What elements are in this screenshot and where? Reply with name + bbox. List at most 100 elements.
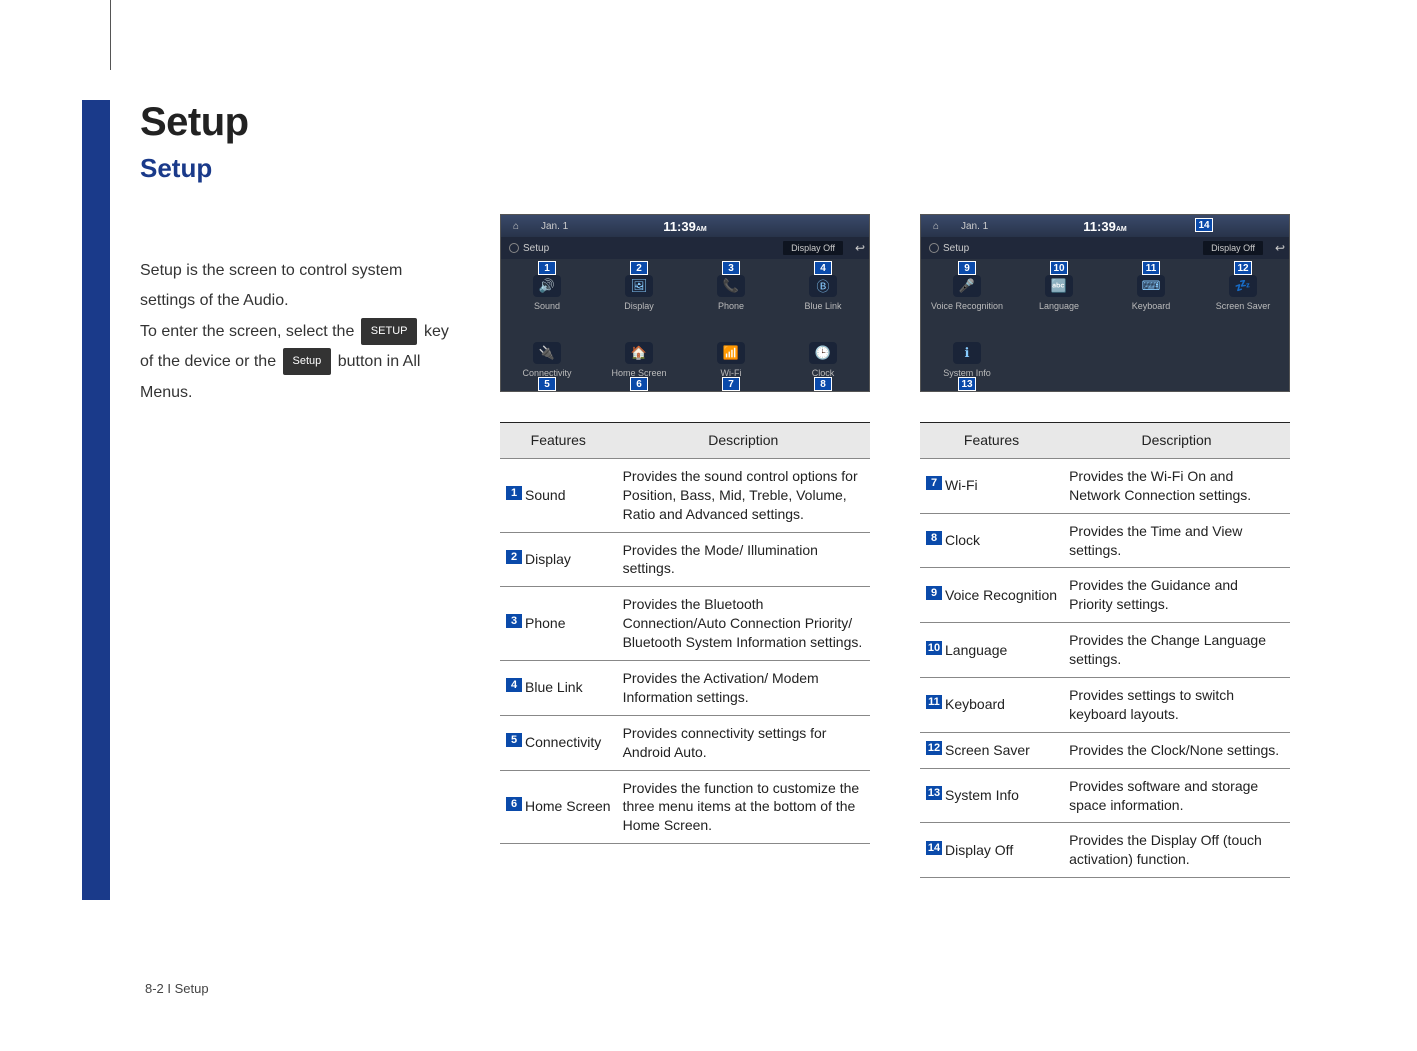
home-icon[interactable]: ⌂ bbox=[509, 219, 523, 233]
callout-num: 8 bbox=[814, 377, 832, 391]
feature-name: Screen Saver bbox=[945, 742, 1030, 758]
callout-num: 11 bbox=[1142, 261, 1160, 275]
setup-item-screen-saver[interactable]: 12💤Screen Saver bbox=[1197, 259, 1289, 326]
clock-icon: 🕒 bbox=[809, 342, 837, 364]
table-row: 4Blue LinkProvides the Activation/ Modem… bbox=[500, 661, 870, 716]
setup-item-sound[interactable]: 1🔊Sound bbox=[501, 259, 593, 326]
feature-cell: 9Voice Recognition bbox=[920, 568, 1063, 623]
setup-item-connectivity[interactable]: 5🔌Connectivity bbox=[501, 326, 593, 393]
setup-item-blue-link[interactable]: 4ⒷBlue Link bbox=[777, 259, 869, 326]
table-row: 12Screen SaverProvides the Clock/None se… bbox=[920, 732, 1290, 768]
callout-badge: 4 bbox=[506, 678, 522, 692]
setup-item-clock[interactable]: 8 🕒 Clock bbox=[777, 326, 869, 393]
phone-icon: 📞 bbox=[717, 275, 745, 297]
callout-num: 3 bbox=[722, 261, 740, 275]
setup-item-wi-fi[interactable]: 7📶Wi-Fi bbox=[685, 326, 777, 393]
feature-table-2: Features Description 7Wi-FiProvides the … bbox=[920, 422, 1290, 878]
setup-item-home-screen[interactable]: 6🏠Home Screen bbox=[593, 326, 685, 393]
feature-description: Provides the Mode/ Illumination settings… bbox=[617, 532, 870, 587]
feature-name: Voice Recognition bbox=[945, 587, 1057, 603]
table-row: 9Voice RecognitionProvides the Guidance … bbox=[920, 568, 1290, 623]
table-row: 2DisplayProvides the Mode/ Illumination … bbox=[500, 532, 870, 587]
screen-title-text: Setup bbox=[523, 243, 549, 254]
callout-badge: 12 bbox=[926, 741, 942, 755]
gear-icon bbox=[929, 243, 939, 253]
display-off-button[interactable]: Display Off bbox=[1203, 241, 1263, 255]
screen-title: Setup bbox=[509, 243, 549, 254]
empty-cell bbox=[1197, 326, 1289, 393]
gear-icon bbox=[509, 243, 519, 253]
language-icon: 🔤 bbox=[1045, 275, 1073, 297]
setup-hardkey-label: SETUP bbox=[361, 318, 418, 345]
intro-paragraph-2: To enter the screen, select the SETUP ke… bbox=[140, 317, 460, 408]
setup-item-label: Home Screen bbox=[611, 368, 666, 378]
intro-text: To enter the screen, select the bbox=[140, 323, 359, 340]
section-title: Setup bbox=[140, 153, 1340, 184]
feature-name: Keyboard bbox=[945, 696, 1005, 712]
chapter-title: Setup bbox=[140, 100, 1340, 145]
setup-item-language[interactable]: 10🔤 Language bbox=[1013, 259, 1105, 326]
setup-item-system-info[interactable]: 13ℹSystem Info bbox=[921, 326, 1013, 393]
back-button[interactable]: ↩ bbox=[855, 241, 865, 255]
feature-name: Connectivity bbox=[525, 734, 601, 750]
callout-num: 12 bbox=[1234, 261, 1252, 275]
feature-cell: 3Phone bbox=[500, 587, 617, 661]
connectivity-icon: 🔌 bbox=[533, 342, 561, 364]
callout-badge: 6 bbox=[506, 797, 522, 811]
callout-badge: 5 bbox=[506, 733, 522, 747]
empty-cell bbox=[1013, 326, 1105, 393]
feature-name: Display bbox=[525, 551, 571, 567]
callout-num: 10 bbox=[1050, 261, 1068, 275]
setup-item-label: System Info bbox=[943, 368, 991, 378]
page-footer: 8-2 I Setup bbox=[145, 981, 209, 996]
callout-badge: 9 bbox=[926, 586, 942, 600]
feature-cell: 10Language bbox=[920, 623, 1063, 678]
feature-name: Sound bbox=[525, 487, 565, 503]
table-row: 5ConnectivityProvides connectivity setti… bbox=[500, 715, 870, 770]
setup-item-label: Clock bbox=[812, 368, 835, 378]
feature-description: Provides the Display Off (touch activati… bbox=[1063, 823, 1290, 878]
callout-badge: 3 bbox=[506, 614, 522, 628]
setup-softkey-label: Setup bbox=[283, 348, 332, 375]
time-ampm: AM bbox=[1116, 226, 1127, 233]
callout-num: 13 bbox=[958, 377, 976, 391]
callout-num: 7 bbox=[722, 377, 740, 391]
table-row: 1SoundProvides the sound control options… bbox=[500, 458, 870, 532]
chapter-tab bbox=[82, 100, 110, 900]
feature-description: Provides the Time and View settings. bbox=[1063, 513, 1290, 568]
display-icon: 🖼 bbox=[625, 275, 653, 297]
setup-item-phone[interactable]: 3📞Phone bbox=[685, 259, 777, 326]
feature-name: System Info bbox=[945, 787, 1019, 803]
col-description: Description bbox=[1063, 423, 1290, 459]
callout-num: 5 bbox=[538, 377, 556, 391]
setup-item-label: Language bbox=[1039, 301, 1079, 311]
status-time: 11:39AM bbox=[663, 219, 706, 234]
table-row: 8ClockProvides the Time and View setting… bbox=[920, 513, 1290, 568]
setup-item-keyboard[interactable]: 11⌨Keyboard bbox=[1105, 259, 1197, 326]
setup-screenshot-2: ⌂ Jan. 1 11:39AM 14 Setup Display Off bbox=[920, 214, 1290, 392]
setup-item-voice-recognition[interactable]: 9🎤Voice Recognition bbox=[921, 259, 1013, 326]
intro-paragraph-1: Setup is the screen to control system se… bbox=[140, 256, 460, 317]
setup-item-display[interactable]: 2🖼Display bbox=[593, 259, 685, 326]
feature-cell: 7Wi-Fi bbox=[920, 458, 1063, 513]
time-value: 11:39 bbox=[1083, 219, 1116, 234]
home-icon[interactable]: ⌂ bbox=[929, 219, 943, 233]
back-button[interactable]: ↩ bbox=[1275, 241, 1285, 255]
top-rule bbox=[110, 0, 111, 70]
table-row: 3PhoneProvides the Bluetooth Connection/… bbox=[500, 587, 870, 661]
feature-cell: 8Clock bbox=[920, 513, 1063, 568]
feature-description: Provides the Wi-Fi On and Network Connec… bbox=[1063, 458, 1290, 513]
feature-name: Wi-Fi bbox=[945, 477, 978, 493]
feature-description: Provides the Bluetooth Connection/Auto C… bbox=[617, 587, 870, 661]
callout-badge: 2 bbox=[506, 550, 522, 564]
setup-item-label: Blue Link bbox=[804, 301, 841, 311]
feature-cell: 2Display bbox=[500, 532, 617, 587]
home-screen-icon: 🏠 bbox=[625, 342, 653, 364]
feature-cell: 1Sound bbox=[500, 458, 617, 532]
status-date: Jan. 1 bbox=[541, 221, 568, 232]
display-off-button[interactable]: Display Off bbox=[783, 241, 843, 255]
sound-icon: 🔊 bbox=[533, 275, 561, 297]
time-value: 11:39 bbox=[663, 219, 696, 234]
blue-link-icon: Ⓑ bbox=[809, 275, 837, 297]
voice-recognition-icon: 🎤 bbox=[953, 275, 981, 297]
